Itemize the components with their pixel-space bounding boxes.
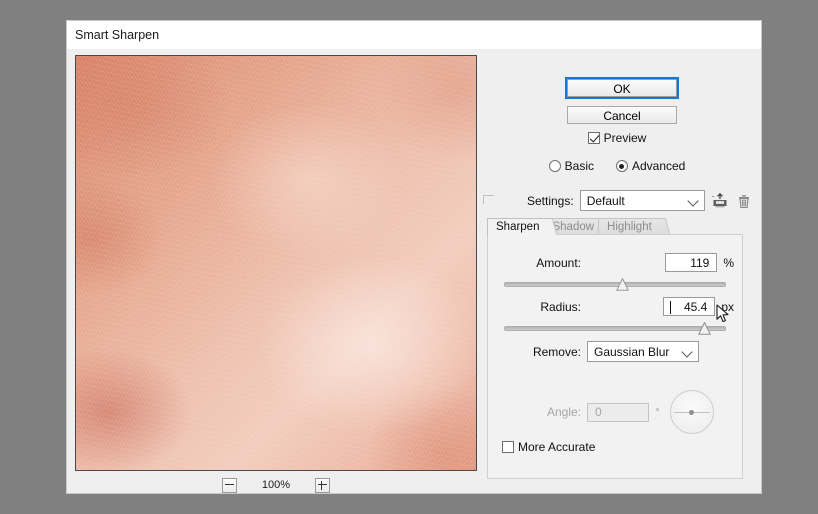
text-caret [670, 301, 672, 314]
amount-value: 119 [690, 255, 710, 270]
angle-dial-hub [689, 409, 695, 415]
zoom-controls: 100% [75, 473, 477, 497]
delete-preset-icon[interactable] [735, 192, 753, 210]
remove-row: Remove: Gaussian Blur [488, 341, 742, 362]
remove-select[interactable]: Gaussian Blur [587, 341, 699, 362]
radius-value: 45.4 [683, 299, 708, 314]
preview-checkbox[interactable] [587, 132, 600, 144]
radius-input[interactable]: 45.4 [663, 297, 716, 316]
radius-slider-thumb[interactable] [697, 322, 711, 335]
page-title: Smart Sharpen [75, 28, 160, 42]
more-accurate-label: More Accurate [518, 440, 596, 454]
texture-speckle-overlay [76, 56, 476, 470]
cancel-button[interactable]: Cancel [567, 106, 677, 124]
tab-strip: Sharpen Shadow Highlight [487, 217, 662, 235]
settings-row: Settings: Default [481, 190, 753, 211]
radius-label: Radius: [540, 299, 581, 314]
radius-slider-track[interactable] [504, 326, 726, 331]
angle-value: 0 [595, 405, 602, 419]
amount-unit: % [723, 255, 734, 270]
angle-row: Angle: 0 ° [488, 390, 742, 434]
zoom-out-button[interactable] [222, 477, 237, 493]
chevron-down-icon [681, 346, 693, 358]
amount-slider-thumb[interactable] [615, 278, 629, 291]
zoom-in-button[interactable] [315, 477, 330, 493]
amount-input[interactable]: 119 [665, 253, 718, 272]
amount-row: Amount: 119 % [488, 253, 742, 272]
controls-column: OK Cancel Preview Basic Advanced Setting… [481, 49, 753, 493]
settings-label: Settings: [527, 193, 574, 208]
preview-checkbox-row: Preview [481, 131, 753, 145]
radio-advanced-label: Advanced [631, 159, 686, 173]
tab-sharpen[interactable]: Sharpen [487, 218, 550, 235]
angle-unit: ° [655, 405, 660, 419]
tab-highlight-label: Highlight [607, 221, 652, 233]
radio-advanced[interactable]: Advanced [615, 159, 686, 173]
chevron-down-icon [687, 195, 699, 207]
radio-basic[interactable]: Basic [548, 159, 594, 173]
amount-label: Amount: [536, 255, 581, 270]
mode-radio-group: Basic Advanced [481, 159, 753, 173]
preview-image[interactable] [75, 55, 477, 471]
save-preset-icon[interactable] [711, 192, 729, 210]
remove-select-value: Gaussian Blur [594, 344, 670, 359]
title-bar: Smart Sharpen [67, 21, 761, 49]
amount-slider[interactable] [504, 277, 726, 291]
radio-advanced-dot[interactable] [615, 160, 628, 172]
preview-checkbox-label: Preview [603, 131, 647, 145]
dialog-body: 100% OK Cancel Preview Basic Advanced Se… [67, 49, 761, 493]
angle-dial[interactable] [669, 390, 714, 434]
remove-label: Remove: [532, 344, 581, 359]
angle-label: Angle: [546, 405, 581, 419]
radius-slider[interactable] [504, 321, 726, 335]
more-accurate-row: More Accurate [502, 440, 595, 454]
preview-area: 100% [75, 55, 477, 493]
radio-basic-label: Basic [564, 159, 594, 173]
more-accurate-checkbox[interactable] [502, 441, 514, 453]
smart-sharpen-dialog: Smart Sharpen 100% OK Cancel Preview Bas… [66, 20, 762, 494]
zoom-level: 100% [261, 479, 291, 491]
angle-input: 0 [587, 402, 649, 422]
settings-select[interactable]: Default [579, 190, 705, 211]
ok-button[interactable]: OK [565, 77, 679, 99]
tab-shadow-label: Shadow [552, 221, 595, 233]
radius-unit: px [721, 299, 734, 314]
radio-basic-dot[interactable] [548, 160, 561, 172]
radius-row: Radius: 45.4 px [488, 297, 742, 316]
sharpen-panel: Amount: 119 % Radius: 45.4 px Remove: Ga… [487, 234, 743, 479]
settings-select-value: Default [586, 193, 625, 208]
tab-highlight[interactable]: Highlight [598, 218, 662, 235]
tab-sharpen-label: Sharpen [496, 221, 540, 233]
